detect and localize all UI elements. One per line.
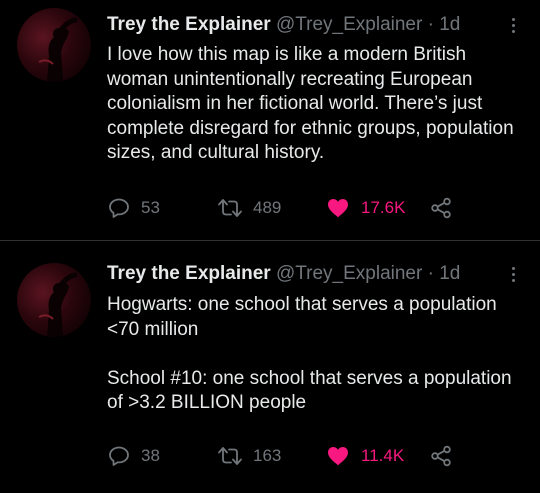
reply-count: 38: [141, 446, 160, 465]
timestamp[interactable]: 1d: [439, 14, 460, 35]
tweet-actions: 38 163 11.4K: [107, 443, 527, 469]
heart-icon: [328, 447, 348, 466]
author-name[interactable]: Trey the Explainer: [107, 263, 271, 284]
avatar-image: [38, 272, 78, 337]
retweet-count: 489: [253, 198, 282, 217]
retweet-button[interactable]: 489: [217, 195, 281, 221]
author-handle[interactable]: @Trey_Explainer: [276, 14, 422, 35]
reply-count: 53: [141, 198, 160, 217]
avatar[interactable]: [17, 263, 91, 337]
separator: ·: [427, 14, 434, 35]
retweet-count: 163: [253, 446, 282, 465]
tweet[interactable]: Trey the Explainer @Trey_Explainer · 1d …: [0, 0, 540, 240]
timestamp[interactable]: 1d: [439, 263, 460, 284]
tweet-actions: 53 489 17.6K: [107, 195, 527, 221]
tweet-text: Hogwarts: one school that serves a popul…: [107, 294, 512, 413]
like-button[interactable]: 11.4K: [325, 443, 404, 469]
author-name[interactable]: Trey the Explainer: [107, 14, 271, 35]
avatar-image: [38, 17, 78, 82]
retweet-button[interactable]: 163: [217, 443, 281, 469]
like-button[interactable]: 17.6K: [325, 195, 405, 221]
tweet-header: Trey the Explainer @Trey_Explainer · 1d: [107, 263, 500, 289]
tweet[interactable]: Trey the Explainer @Trey_Explainer · 1d …: [0, 241, 540, 493]
reply-icon: [109, 446, 129, 466]
more-options-icon[interactable]: [508, 16, 518, 36]
reply-icon: [109, 198, 129, 218]
tweet-text: I love how this map is like a modern Bri…: [107, 44, 519, 163]
separator: ·: [427, 263, 434, 284]
share-button[interactable]: [429, 195, 453, 221]
retweet-icon: [218, 199, 242, 217]
more-options-icon[interactable]: [508, 265, 518, 285]
avatar[interactable]: [17, 8, 91, 82]
tweet-header: Trey the Explainer @Trey_Explainer · 1d: [107, 14, 500, 40]
share-icon: [431, 445, 451, 467]
like-count: 17.6K: [361, 198, 406, 217]
heart-icon: [328, 199, 348, 218]
like-count: 11.4K: [361, 446, 405, 465]
author-handle[interactable]: @Trey_Explainer: [276, 263, 422, 284]
reply-button[interactable]: 53: [107, 195, 160, 221]
share-button[interactable]: [429, 443, 453, 469]
reply-button[interactable]: 38: [107, 443, 160, 469]
share-icon: [431, 197, 451, 219]
retweet-icon: [218, 447, 242, 465]
